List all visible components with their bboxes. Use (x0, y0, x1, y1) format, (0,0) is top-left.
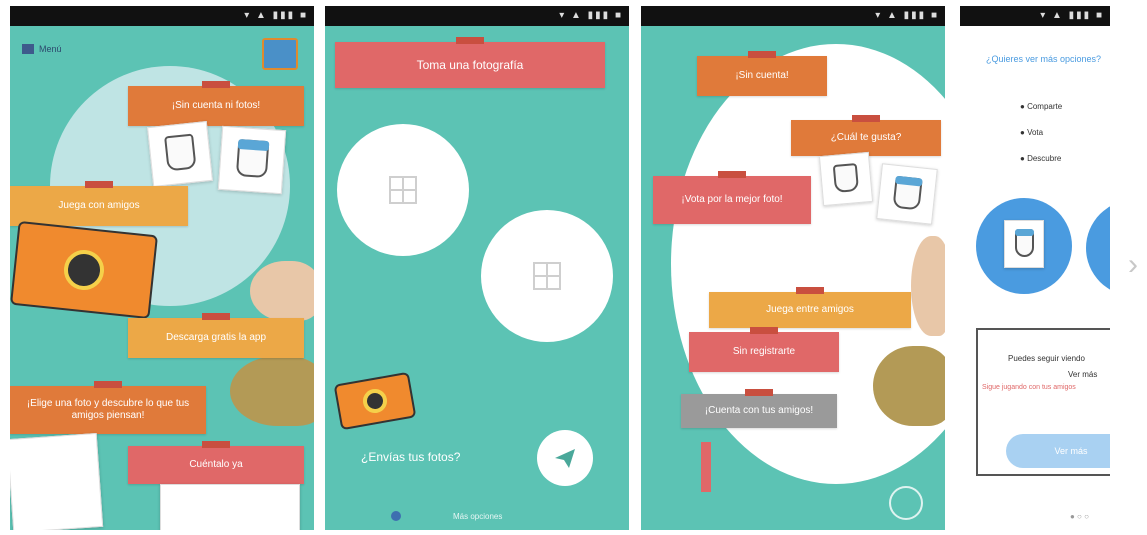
card-link[interactable]: Ver más (1068, 370, 1097, 379)
screenshot-1: ▾ ▲ ▮▮▮ ■ Menú ¡Sin cuenta ni fotos! Jue… (10, 6, 314, 530)
hand-illustration (911, 236, 945, 336)
next-arrow-icon[interactable]: › (1128, 248, 1138, 282)
add-photo-icon (389, 176, 417, 204)
option-2-button[interactable] (1086, 200, 1110, 296)
bucket-icon (1004, 220, 1044, 268)
status-bar: ▾ ▲ ▮▮▮ ■ (10, 6, 314, 26)
more-button[interactable]: Ver más (1006, 434, 1110, 468)
screenshot-4: ▾ ▲ ▮▮▮ ■ ¿Quieres ver más opciones? ● C… (960, 6, 1110, 530)
bullet-list: ● Comparte ● Vota ● Descubre (1020, 94, 1062, 172)
photo-card (876, 163, 938, 225)
bullet-item: ● Comparte (1020, 102, 1063, 111)
badge: ¡Sin cuenta! (697, 51, 827, 96)
send-button[interactable] (537, 430, 593, 486)
camera-icon (10, 220, 159, 320)
photo-card (10, 432, 104, 530)
tag-3: Juega entre amigos (709, 287, 911, 328)
status-bar: ▾ ▲ ▮▮▮ ■ (641, 6, 945, 26)
tag-5: ¡Cuenta con tus amigos! (681, 389, 837, 428)
menu-icon (22, 44, 34, 54)
status-bar: ▾ ▲ ▮▮▮ ■ (325, 6, 629, 26)
info-icon[interactable] (391, 511, 401, 521)
screenshot-2: ▾ ▲ ▮▮▮ ■ Toma una fotografía ¿Envías tu… (325, 6, 629, 530)
footer-text[interactable]: Más opciones (453, 512, 502, 521)
tag-2: Juega con amigos (10, 181, 188, 226)
tag-5: Cuéntalo ya (128, 441, 304, 484)
bullet-item: ● Descubre (1020, 154, 1062, 163)
hand-illustration (250, 261, 314, 321)
menu-label: Menú (39, 44, 62, 54)
option-1-button[interactable] (976, 198, 1072, 294)
tag-1: ¡Sin cuenta ni fotos! (128, 81, 304, 126)
question-text: ¿Quieres ver más opciones? (986, 54, 1102, 64)
send-prompt: ¿Envías tus fotos? (361, 450, 461, 464)
photo-card (818, 151, 874, 207)
tag-3: Descarga gratis la app (128, 313, 304, 358)
photo-card (217, 125, 287, 195)
tag-4: Sin registrarte (689, 327, 839, 372)
photo-card (160, 484, 300, 530)
status-icons: ▾ ▲ ▮▮▮ ■ (244, 10, 308, 21)
card-note: Sigue jugando con tus amigos (982, 384, 1076, 391)
hand-illustration (873, 346, 945, 426)
bullet-item: ● Vota (1020, 128, 1044, 137)
app-logo-icon[interactable] (262, 38, 298, 70)
info-card: Puedes seguir viendo Ver más Sigue jugan… (976, 328, 1110, 476)
camera-icon (333, 371, 417, 431)
status-icons: ▾ ▲ ▮▮▮ ■ (559, 10, 623, 21)
status-bar: ▾ ▲ ▮▮▮ ■ (960, 6, 1110, 26)
status-icons: ▾ ▲ ▮▮▮ ■ (875, 10, 939, 21)
tag-4: ¡Elige una foto y descubre lo que tus am… (10, 381, 206, 434)
pager-dots: ● ○ ○ (1070, 512, 1089, 521)
card-text: Puedes seguir viendo (1008, 354, 1085, 363)
menu-button[interactable]: Menú (22, 44, 62, 54)
tag-1: ¿Cuál te gusta? (791, 115, 941, 156)
hand-illustration (230, 356, 314, 426)
decoration (701, 442, 711, 492)
screen-title: Toma una fotografía (335, 37, 605, 88)
status-icons: ▾ ▲ ▮▮▮ ■ (1040, 10, 1104, 21)
camera-button[interactable] (889, 486, 923, 520)
tag-2: ¡Vota por la mejor foto! (653, 171, 811, 224)
photo-slot-1[interactable] (337, 124, 469, 256)
send-icon (555, 449, 575, 468)
add-photo-icon (533, 262, 561, 290)
photo-card (147, 121, 213, 187)
screenshot-3: ▾ ▲ ▮▮▮ ■ ¡Sin cuenta! ¿Cuál te gusta? ¡… (641, 6, 945, 530)
photo-slot-2[interactable] (481, 210, 613, 342)
